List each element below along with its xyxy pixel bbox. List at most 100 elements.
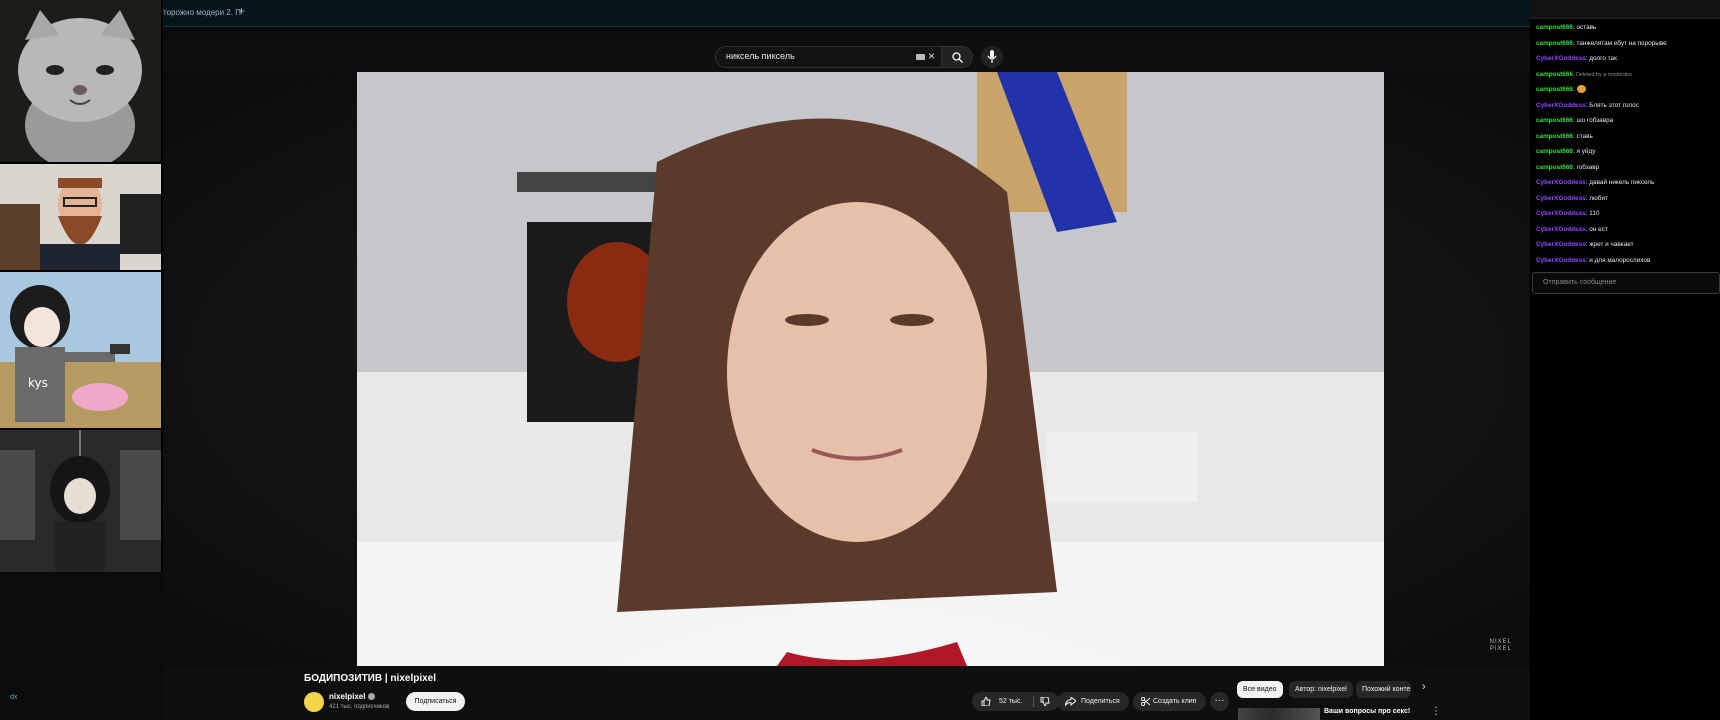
search-icon	[952, 52, 963, 63]
chat-message: campost666: ставь	[1536, 129, 1718, 145]
share-button[interactable]: Поделиться	[1057, 692, 1129, 711]
sticker-cat-image	[0, 0, 161, 162]
recommended-video-menu-icon[interactable]: ⋮	[1431, 706, 1441, 717]
video-info-bar: БОДИПОЗИТИВ | nixelpixel nixelpixel 421 …	[163, 666, 1530, 720]
sticker-column: kys	[0, 0, 163, 572]
microphone-icon	[987, 50, 997, 63]
new-tab-button[interactable]: +	[238, 4, 245, 18]
subscriber-count: 421 тыс. подписчиков	[329, 704, 390, 710]
svg-text:kys: kys	[28, 376, 48, 390]
chat-message-text: : оставь	[1572, 24, 1597, 31]
clear-search-icon[interactable]: ×	[928, 49, 935, 63]
chat-message-text: : и для малорослихов	[1585, 256, 1651, 264]
video-title: БОДИПОЗИТИВ | nixelpixel	[304, 673, 437, 684]
chat-message-text: : долго так	[1585, 55, 1617, 62]
chat-message-text: : ставь	[1572, 132, 1593, 140]
chip-similar[interactable]: Похожий конте	[1356, 681, 1411, 698]
create-clip-label: Создать клип	[1153, 698, 1197, 705]
like-dislike-divider	[1033, 696, 1034, 707]
chat-message: CyberXGoddess: давай никель пиксель	[1536, 175, 1718, 191]
chat-message-text: : жрет и чавкает	[1585, 241, 1634, 248]
chat-message-text: : Блять этот голос	[1585, 101, 1639, 109]
sticker-anime-girl-gun-image: kys	[0, 272, 161, 428]
chat-message: CyberXGoddess: 110	[1536, 206, 1718, 222]
scissors-icon	[1141, 697, 1150, 706]
chat-message-text: : танжелятам ебут на порорыве	[1572, 39, 1667, 47]
chip-all-videos[interactable]: Все видео	[1237, 681, 1283, 698]
browser-tab-bar: торожно модери 2. П +	[163, 0, 1530, 27]
chat-message: campost666: танжелятам ебут на порорыве	[1536, 36, 1718, 52]
search-query[interactable]: никсель пиксель	[726, 51, 795, 61]
chat-message: CyberXGoddess: и для малорослихов	[1536, 253, 1718, 269]
thumbs-down-icon[interactable]	[1040, 697, 1050, 706]
voice-search-button[interactable]	[981, 46, 1003, 68]
sticker-anime-noose-image	[0, 430, 161, 572]
chat-message-text: : 110	[1585, 210, 1600, 217]
youtube-header: никсель пиксель ×	[163, 40, 1530, 72]
search-button[interactable]	[941, 46, 973, 68]
chat-message-text: : гобзавр	[1572, 163, 1600, 171]
thumbs-up-icon	[981, 697, 991, 706]
recommended-video-thumbnail[interactable]	[1238, 708, 1320, 720]
chat-message: CyberXGoddess: Блять этот голос	[1536, 98, 1718, 114]
chat-message: campost666: гобзавр	[1536, 160, 1718, 176]
chat-message-author[interactable]: campost666	[1536, 133, 1573, 140]
create-clip-button[interactable]: Создать клип	[1133, 692, 1206, 711]
chat-message-author[interactable]: campost666	[1536, 117, 1573, 124]
more-actions-button[interactable]: ···	[1210, 692, 1229, 711]
chat-message-author[interactable]: CyberXGoddess	[1536, 55, 1586, 62]
chat-message: campost666:	[1536, 82, 1718, 98]
chat-message: CyberXGoddess: жрет и чавкает	[1536, 237, 1718, 253]
chat-message-author[interactable]: campost666	[1536, 164, 1573, 171]
edge-label: dx	[10, 694, 18, 701]
chat-message-text: :	[1572, 86, 1577, 93]
chat-message-list: campost666: оставь campost666: танжелятам…	[1536, 20, 1718, 268]
chat-message-author[interactable]: CyberXGoddess	[1536, 195, 1586, 202]
chat-message-text: : он ест	[1585, 225, 1608, 233]
keyboard-icon[interactable]	[916, 54, 925, 60]
chevron-right-icon[interactable]: ›	[1422, 681, 1426, 693]
chat-message-author[interactable]: campost666	[1536, 71, 1573, 78]
sticker-bearded-man-image	[0, 164, 161, 270]
chat-message-text: : шо гобзавра	[1572, 117, 1614, 124]
chat-message-text: : давай никель пиксель	[1585, 179, 1655, 186]
like-count: 52 тыс.	[999, 698, 1023, 705]
recommended-video-title[interactable]: Ваши вопросы про секс!	[1324, 708, 1410, 715]
video-player[interactable]: NIXEL PIXEL	[163, 72, 1530, 666]
chat-message-author[interactable]: CyberXGoddess	[1536, 179, 1586, 186]
chat-message-author[interactable]: CyberXGoddess	[1536, 241, 1586, 248]
chat-input[interactable]: Отправить сообщение	[1532, 272, 1720, 294]
chat-message-author[interactable]: CyberXGoddess	[1536, 210, 1586, 217]
channel-avatar[interactable]	[304, 692, 324, 712]
chat-message-author[interactable]: CyberXGoddess	[1536, 102, 1586, 109]
chat-message: CyberXGoddess: долго так	[1536, 51, 1718, 67]
chat-message-author[interactable]: CyberXGoddess	[1536, 257, 1586, 264]
chat-message-author[interactable]: CyberXGoddess	[1536, 226, 1586, 233]
emote-icon	[1576, 85, 1586, 94]
chat-message: campost666: шо гобзавра	[1536, 113, 1718, 129]
subscribe-button[interactable]: Подписаться	[406, 692, 465, 711]
chat-message-text: : я уйду	[1572, 148, 1596, 155]
chat-message: CyberXGoddess: он ест	[1536, 222, 1718, 238]
share-label: Поделиться	[1081, 698, 1120, 705]
chat-message-author[interactable]: campost666	[1536, 40, 1573, 47]
chat-header	[1530, 0, 1720, 19]
channel-name[interactable]: nixelpixel	[329, 692, 365, 701]
browser-tab[interactable]: торожно модери 2. П	[163, 8, 241, 17]
chat-message-author[interactable]: campost666	[1536, 24, 1573, 31]
chat-input-placeholder: Отправить сообщение	[1543, 279, 1617, 286]
like-button[interactable]: 52 тыс.	[972, 692, 1059, 711]
chip-author[interactable]: Автор: nixelpixel	[1289, 681, 1353, 698]
chat-message: campost666: Deleted by a moderator	[1536, 67, 1718, 83]
search-input[interactable]: никсель пиксель ×	[715, 46, 942, 68]
share-icon	[1065, 697, 1076, 706]
video-frame[interactable]	[357, 72, 1384, 666]
chat-message: campost666: я уйду	[1536, 144, 1718, 160]
channel-watermark: NIXEL PIXEL	[1489, 639, 1512, 652]
chat-panel: campost666: оставь campost666: танжелятам…	[1530, 0, 1720, 720]
verified-icon	[368, 693, 375, 700]
chat-message-text: : любит	[1585, 194, 1608, 202]
chat-message: campost666: оставь	[1536, 20, 1718, 36]
chat-message-author[interactable]: campost666	[1536, 148, 1573, 155]
chat-message-author[interactable]: campost666	[1536, 86, 1573, 93]
